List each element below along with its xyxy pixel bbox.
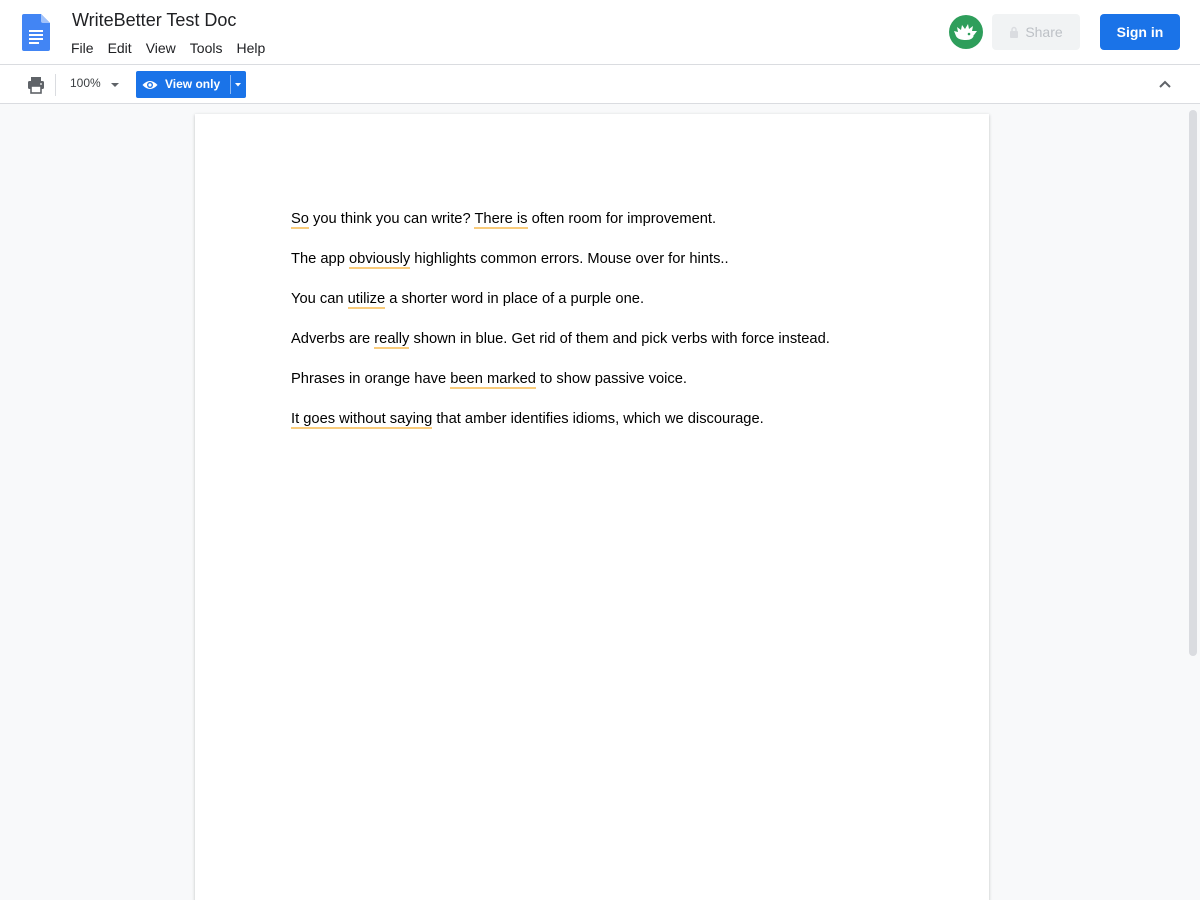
menu-help[interactable]: Help <box>229 37 272 59</box>
share-button[interactable]: Share <box>992 14 1080 50</box>
document-body: So you think you can write? There is oft… <box>291 208 931 448</box>
highlighted-phrase[interactable]: There is <box>474 211 528 229</box>
view-only-divider <box>230 75 231 94</box>
document-page: So you think you can write? There is oft… <box>195 114 989 900</box>
document-paragraph: Adverbs are really shown in blue. Get ri… <box>291 328 931 368</box>
highlighted-phrase[interactable]: been marked <box>450 371 536 389</box>
paragraph-text: you think you can write? <box>308 211 475 227</box>
highlighted-phrase[interactable]: utilize <box>347 291 386 309</box>
highlighted-phrase[interactable]: really <box>374 331 410 349</box>
view-only-label: View only <box>165 77 221 91</box>
scrollbar-thumb[interactable] <box>1189 110 1197 656</box>
collapse-menus-icon[interactable] <box>1157 76 1173 92</box>
zoom-select[interactable]: 100% <box>70 76 101 90</box>
lock-icon <box>1010 26 1019 38</box>
paragraph-text: often room for improvement. <box>527 211 717 227</box>
document-title: WriteBetter Test Doc <box>72 10 237 30</box>
view-only-mode-button[interactable]: View only <box>136 71 246 98</box>
paragraph-text: shown in blue. Get rid of them and pick … <box>409 331 830 347</box>
document-paragraph: So you think you can write? There is oft… <box>291 208 931 248</box>
paragraph-text: Adverbs are <box>291 331 375 347</box>
document-paragraph: You can utilize a shorter word in place … <box>291 288 931 328</box>
vertical-scrollbar[interactable] <box>1186 106 1200 900</box>
toolbar: 100% View only <box>0 64 1200 104</box>
paragraph-text: highlights common errors. Mouse over for… <box>410 251 729 267</box>
paragraph-text: Phrases in orange have <box>291 371 451 387</box>
highlighted-phrase[interactable]: It goes without saying <box>291 411 433 429</box>
highlighted-phrase[interactable]: obviously <box>348 251 411 269</box>
chevron-down-icon[interactable] <box>110 80 120 90</box>
paragraph-text: You can <box>291 291 348 307</box>
chevron-down-icon[interactable] <box>234 81 242 89</box>
highlighted-phrase[interactable]: So <box>291 211 309 229</box>
menu-file[interactable]: File <box>64 37 101 59</box>
document-paragraph: It goes without saying that amber identi… <box>291 408 931 448</box>
menu-tools[interactable]: Tools <box>183 37 230 59</box>
paragraph-text: a shorter word in place of a purple one. <box>385 291 645 307</box>
print-icon[interactable] <box>26 75 46 95</box>
google-docs-icon[interactable] <box>22 14 50 51</box>
document-paragraph: The app obviously highlights common erro… <box>291 248 931 288</box>
share-label: Share <box>1025 24 1063 40</box>
sign-in-button[interactable]: Sign in <box>1100 14 1180 50</box>
hedgehog-icon <box>954 24 977 40</box>
document-paragraph: Phrases in orange have been marked to sh… <box>291 368 931 408</box>
eye-icon <box>142 81 158 89</box>
paragraph-text: to show passive voice. <box>535 371 687 387</box>
anonymous-user-avatar[interactable] <box>949 15 983 49</box>
menu-edit[interactable]: Edit <box>101 37 139 59</box>
app-header: WriteBetter Test Doc File Edit View Tool… <box>0 0 1200 64</box>
menu-bar: File Edit View Tools Help <box>64 37 272 59</box>
menu-view[interactable]: View <box>139 37 183 59</box>
toolbar-divider <box>55 74 56 96</box>
paragraph-text: The app <box>291 251 349 267</box>
paragraph-text: that amber identifies idioms, which we d… <box>432 411 764 427</box>
